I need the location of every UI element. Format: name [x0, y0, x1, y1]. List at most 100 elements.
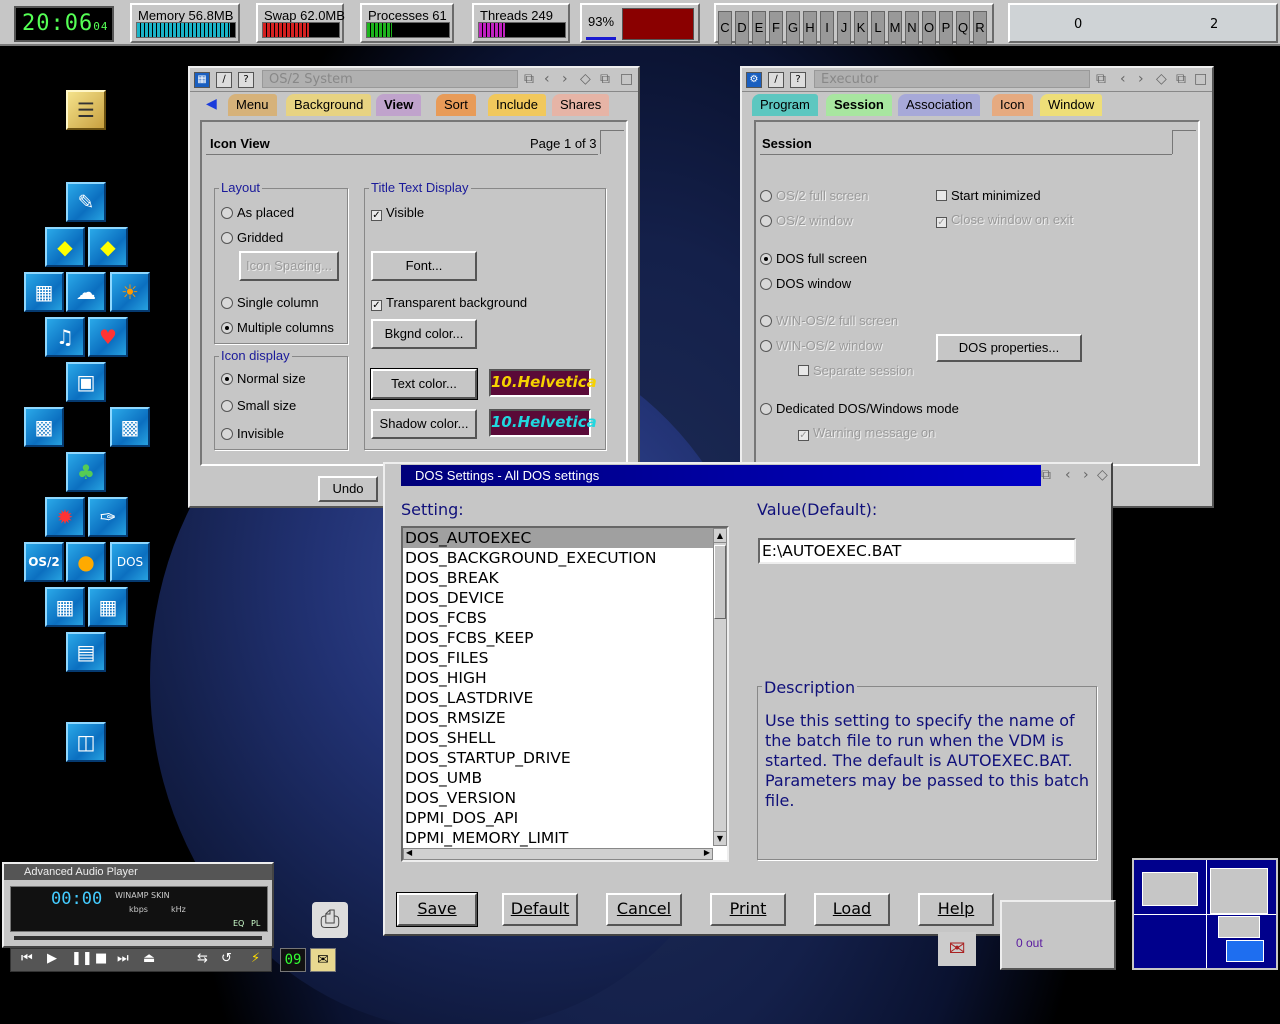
normal-size-radio[interactable]: Normal size: [221, 371, 306, 386]
visible-checkbox[interactable]: ✓ Visible: [371, 205, 424, 221]
computer-icon[interactable]: ☁: [66, 272, 106, 312]
invisible-radio[interactable]: Invisible: [221, 426, 284, 441]
previous-icon[interactable]: ⏮: [21, 951, 33, 966]
system-menu-icon[interactable]: ▦: [194, 72, 210, 88]
apple-icon[interactable]: ●: [66, 542, 106, 582]
eq-button[interactable]: EQ: [233, 919, 244, 928]
drive-icon[interactable]: ▤: [66, 632, 106, 672]
gridded-radio[interactable]: Gridded: [221, 230, 283, 245]
back-icon[interactable]: ‹: [544, 71, 550, 87]
start-minimized-checkbox[interactable]: Start minimized: [936, 188, 1041, 203]
default-button[interactable]: Default: [502, 893, 578, 926]
settings-list-item[interactable]: DOS_FILES: [403, 648, 727, 668]
dedicated-dos-windows-radio[interactable]: Dedicated DOS/Windows mode: [760, 401, 959, 416]
dialog-title-bar[interactable]: DOS Settings - All DOS settings: [401, 465, 1041, 486]
network-icon[interactable]: ◫: [66, 722, 106, 762]
dos-properties-button[interactable]: DOS properties...: [936, 334, 1082, 362]
settings-list[interactable]: DOS_AUTOEXEC DOS_BACKGROUND_EXECUTION DOS_…: [401, 526, 729, 862]
drive-p-indicator[interactable]: P: [939, 11, 953, 45]
wrench-icon[interactable]: ✑: [88, 497, 128, 537]
grid-icon-2[interactable]: ▦: [88, 587, 128, 627]
forward-icon[interactable]: ›: [1138, 71, 1144, 87]
settings-list-item[interactable]: DOS_AUTOEXEC: [403, 528, 727, 548]
bug-icon[interactable]: ✹: [45, 497, 85, 537]
tab-background[interactable]: Background: [286, 94, 372, 116]
scroll-right-icon[interactable]: ▶: [704, 848, 710, 857]
tab-association[interactable]: Association: [898, 94, 981, 116]
maximize-icon[interactable]: □: [620, 71, 633, 87]
settings-list-item[interactable]: DOS_RMSIZE: [403, 708, 727, 728]
system-monitor-icon[interactable]: ▩: [24, 407, 64, 447]
settings-list-item[interactable]: DOS_VERSION: [403, 788, 727, 808]
pause-icon[interactable]: ❚❚: [71, 951, 93, 966]
clock-display[interactable]: 20:0604: [14, 6, 114, 42]
monitor-icon[interactable]: ▣: [66, 362, 106, 402]
stop-icon[interactable]: ■: [95, 951, 107, 966]
help-button[interactable]: Help: [918, 893, 994, 926]
audio-player-title-bar[interactable]: Advanced Audio Player: [4, 864, 272, 880]
window-list-icon[interactable]: ⧉: [1096, 71, 1106, 87]
settings-list-item[interactable]: DPMI_MEMORY_LIMIT: [403, 828, 727, 848]
tab-session[interactable]: Session: [826, 94, 892, 116]
desktop-pager-map[interactable]: [1132, 858, 1278, 970]
restore-icon[interactable]: ◇: [1097, 467, 1108, 483]
warning-icon[interactable]: ◆: [45, 227, 85, 267]
warning-message-checkbox[interactable]: ✓ Warning message on: [798, 425, 935, 441]
transparent-background-checkbox[interactable]: ✓ Transparent background: [371, 295, 527, 311]
drive-q-indicator[interactable]: Q: [956, 11, 970, 45]
settings-list-item[interactable]: DOS_UMB: [403, 768, 727, 788]
playlist-button[interactable]: PL: [251, 919, 260, 928]
balloon-icon[interactable]: ☀: [110, 272, 150, 312]
dos-icon[interactable]: DOS: [110, 542, 150, 582]
drive-n-indicator[interactable]: N: [905, 11, 919, 45]
page-turn-corner-icon[interactable]: [600, 130, 624, 154]
threads-monitor[interactable]: Threads 249: [472, 3, 570, 43]
folder-icon[interactable]: ☰: [66, 90, 106, 130]
drive-k-indicator[interactable]: K: [854, 11, 868, 45]
tab-window[interactable]: Window: [1040, 94, 1103, 116]
settings-list-item[interactable]: DOS_FCBS_KEEP: [403, 628, 727, 648]
save-button[interactable]: Save: [396, 892, 478, 927]
settings-list-item[interactable]: DOS_BREAK: [403, 568, 727, 588]
settings-list-item[interactable]: DOS_BACKGROUND_EXECUTION: [403, 548, 727, 568]
system-monitor-icon-2[interactable]: ▩: [110, 407, 150, 447]
drive-o-indicator[interactable]: O: [922, 11, 936, 45]
maximize-icon[interactable]: □: [1194, 71, 1207, 87]
small-size-radio[interactable]: Small size: [221, 398, 296, 413]
tab-program[interactable]: Program: [752, 94, 818, 116]
os2-window-radio[interactable]: OS/2 window: [760, 213, 853, 228]
forward-icon[interactable]: ›: [1083, 467, 1089, 483]
scroll-left-icon[interactable]: ◀: [406, 848, 412, 857]
keyboard-icon[interactable]: ▦: [24, 272, 64, 312]
win-os2-full-screen-radio[interactable]: WIN-OS/2 full screen: [760, 313, 898, 328]
drive-m-indicator[interactable]: M: [888, 11, 902, 45]
mail-icon[interactable]: ✉: [310, 948, 336, 972]
tab-include[interactable]: Include: [488, 94, 546, 116]
page-turn-corner-icon[interactable]: [1172, 130, 1196, 154]
drive-d-indicator[interactable]: D: [735, 11, 749, 45]
minimize-icon[interactable]: ⧉: [600, 71, 610, 87]
multiple-columns-radio[interactable]: Multiple columns: [221, 320, 334, 335]
settings-list-item[interactable]: DOS_HIGH: [403, 668, 727, 688]
lightning-icon[interactable]: ⚡: [251, 951, 260, 966]
dos-full-screen-radio[interactable]: DOS full screen: [760, 251, 867, 266]
tab-scroll-left-icon[interactable]: ◀: [206, 96, 217, 112]
scroll-down-icon[interactable]: ▼: [714, 831, 726, 845]
pencil-icon[interactable]: ✎: [66, 182, 106, 222]
restore-icon[interactable]: ◇: [580, 71, 591, 87]
swap-monitor[interactable]: Swap 62.0MB: [256, 3, 345, 43]
back-icon[interactable]: ‹: [1120, 71, 1126, 87]
drive-c-indicator[interactable]: C: [718, 11, 732, 45]
resize-icon[interactable]: ∕: [768, 72, 784, 88]
drive-g-indicator[interactable]: G: [786, 11, 800, 45]
play-icon[interactable]: ▶: [47, 951, 57, 966]
eject-icon[interactable]: ⏏: [143, 951, 155, 966]
drive-e-indicator[interactable]: E: [752, 11, 766, 45]
separate-session-checkbox[interactable]: Separate session: [798, 363, 913, 378]
title-bar[interactable]: ⚙ ∕ ? Executor ⧉ ‹ › ◇ ⧉ □: [742, 68, 1212, 92]
resize-icon[interactable]: ∕: [216, 72, 232, 88]
drive-r-indicator[interactable]: R: [973, 11, 987, 45]
mailbox-icon[interactable]: ✉: [938, 932, 976, 966]
icon-spacing-button[interactable]: Icon Spacing...: [239, 251, 339, 281]
back-icon[interactable]: ‹: [1065, 467, 1071, 483]
